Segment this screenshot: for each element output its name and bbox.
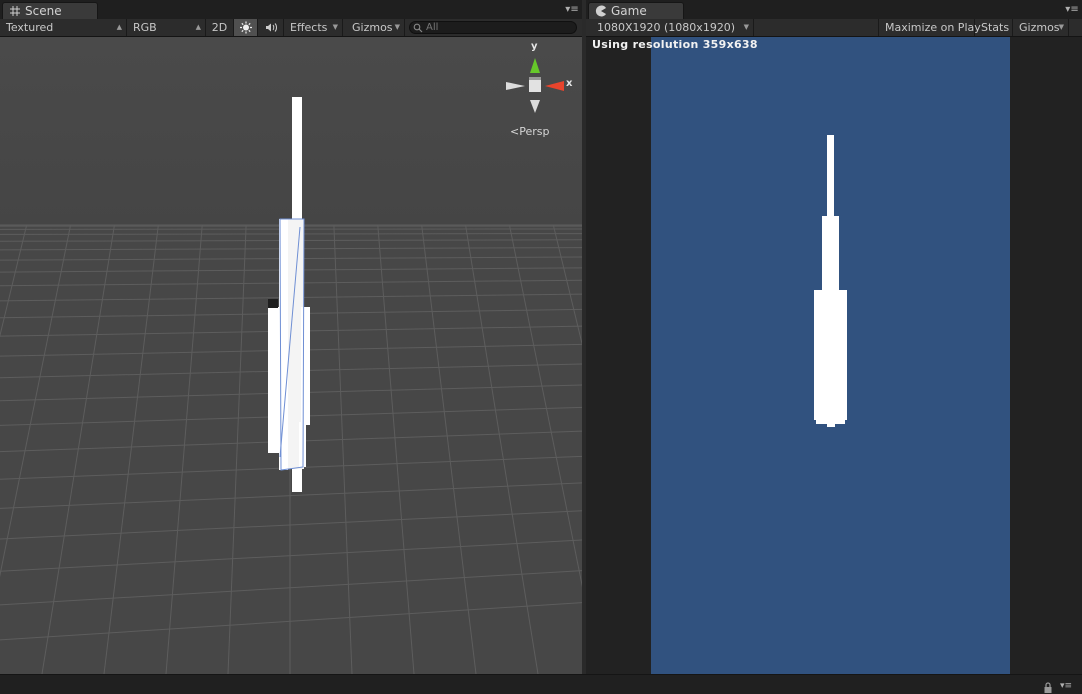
2d-toggle-button[interactable]: 2D <box>206 19 234 36</box>
resolution-notice: Using resolution 359x638 <box>592 38 758 51</box>
search-placeholder: All <box>426 22 438 33</box>
stats-toggle[interactable]: Stats <box>975 19 1013 36</box>
effects-label: Effects <box>290 21 327 34</box>
scene-tab-label: Scene <box>25 4 62 18</box>
pacman-game-icon <box>595 5 607 17</box>
game-gizmos-dropdown[interactable]: Gizmos ▼ <box>1013 19 1069 36</box>
render-mode-dropdown[interactable]: RGB ▲ <box>127 19 206 36</box>
scene-tab-bar: Scene ▾≡ <box>0 0 582 20</box>
scene-tab[interactable]: Scene <box>2 2 98 19</box>
dropdown-arrow-icon: ▼ <box>395 19 400 36</box>
game-gizmos-label: Gizmos <box>1019 21 1060 34</box>
resolution-label: 1080X1920 (1080x1920) <box>597 21 735 34</box>
gizmo-x-label: x <box>566 78 572 89</box>
rendered-game-object <box>814 135 847 427</box>
dropdown-arrow-icon: ▼ <box>333 19 338 36</box>
scene-grid-icon <box>9 5 21 17</box>
resolution-dropdown[interactable]: 1080X1920 (1080x1920) ▼ <box>586 19 754 36</box>
draw-mode-label: Textured <box>6 21 53 34</box>
maximize-on-play-toggle[interactable]: Maximize on Play <box>878 19 975 36</box>
sun-icon <box>234 19 258 36</box>
scene-panel: Scene ▾≡ Textured ▲ RGB ▲ 2D <box>0 0 582 674</box>
game-toolbar: 1080X1920 (1080x1920) ▼ Maximize on Play… <box>586 19 1082 37</box>
projection-toggle[interactable]: <Persp <box>510 125 549 138</box>
stats-label: Stats <box>981 21 1009 34</box>
gizmo-y-label: y <box>531 41 538 52</box>
audio-toggle-button[interactable] <box>258 19 284 36</box>
status-menu-icon[interactable]: ▾≡ <box>1060 681 1072 691</box>
effects-dropdown[interactable]: Effects ▼ <box>284 19 343 36</box>
game-render-area <box>651 37 1010 674</box>
scene-search-input[interactable]: All <box>409 21 577 34</box>
scene-toolbar: Textured ▲ RGB ▲ 2D Effects ▼ Gizm <box>0 19 582 37</box>
game-pane-menu-icon[interactable]: ▾≡ <box>1065 4 1079 16</box>
search-icon <box>413 23 423 33</box>
updown-arrow-icon: ▲ <box>117 19 122 36</box>
render-mode-label: RGB <box>133 21 157 34</box>
scene-gizmos-label: Gizmos <box>352 21 393 34</box>
lock-icon[interactable] <box>1043 682 1053 693</box>
status-bar: ▾≡ <box>0 674 1082 694</box>
projection-label: Persp <box>519 125 549 138</box>
game-tab-label: Game <box>611 4 647 18</box>
2d-label: 2D <box>212 21 227 34</box>
game-render-canvas <box>651 37 1010 674</box>
game-viewport[interactable]: Using resolution 359x638 <box>586 37 1082 674</box>
game-tab-bar: Game ▾≡ <box>586 0 1082 20</box>
persp-chevron-icon: < <box>510 125 519 138</box>
dropdown-arrow-icon: ▼ <box>1059 19 1064 36</box>
scene-pane-menu-icon[interactable]: ▾≡ <box>565 4 579 16</box>
lighting-toggle-button[interactable] <box>234 19 258 36</box>
game-tab[interactable]: Game <box>588 2 684 19</box>
scene-grid-canvas <box>0 37 582 674</box>
dropdown-arrow-icon: ▼ <box>744 19 749 36</box>
updown-arrow-icon: ▲ <box>196 19 201 36</box>
scene-viewport[interactable]: y x <Persp <box>0 37 582 674</box>
maximize-on-play-label: Maximize on Play <box>885 21 981 34</box>
draw-mode-dropdown[interactable]: Textured ▲ <box>0 19 127 36</box>
speaker-icon <box>258 19 284 36</box>
scene-gizmos-dropdown[interactable]: Gizmos ▼ <box>346 19 405 36</box>
game-panel: Game ▾≡ 1080X1920 (1080x1920) ▼ Maximize… <box>586 0 1082 674</box>
